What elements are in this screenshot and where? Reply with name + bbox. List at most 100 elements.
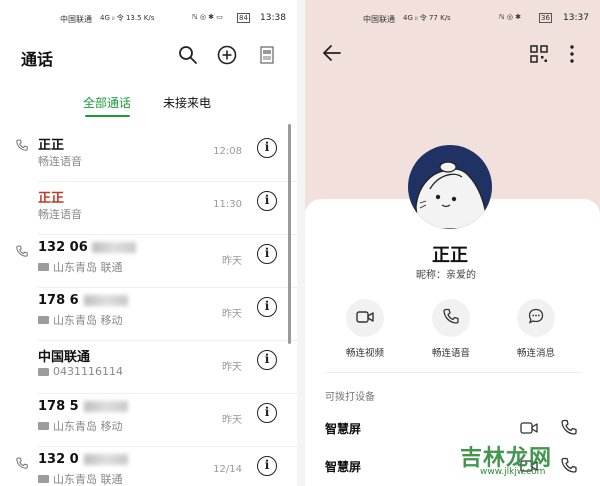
row-divider [38,181,297,182]
call-log-row[interactable]: 正正畅连语音 12:08 i [0,130,297,182]
call-log-row[interactable]: 132 06 山东青岛 联通 昨天 i [0,236,297,288]
call-subtitle: 山东青岛 移动 [38,312,123,328]
call-time: 昨天 [222,256,242,267]
divider [297,0,305,486]
section-divider [325,372,580,373]
outgoing-call-icon [16,454,28,469]
call-subtitle: 畅连语音 [38,153,82,169]
tab-all-calls[interactable]: 全部通话 [83,94,131,111]
search-icon[interactable] [177,44,199,66]
sim-card-icon [38,475,49,483]
carrier-label: 中国联通 [60,15,92,24]
caller-name: 正正 [38,191,65,206]
status-icons: ℕ ◎ ✱ [499,13,522,21]
caller-name: 178 6 [38,293,79,308]
video-call-button[interactable] [346,299,384,337]
call-subtitle-text: 山东青岛 移动 [53,420,123,433]
redacted-number [84,454,128,465]
add-icon[interactable] [216,44,238,66]
section-title: 可拨打设备 [325,392,375,403]
call-time: 12:08 [213,146,242,157]
info-icon[interactable]: i [257,456,277,476]
tab-missed-calls[interactable]: 未接来电 [163,94,211,111]
device-voice-call-icon[interactable] [561,419,577,439]
status-icons: ℕ ◎ ✱ ▭ [192,13,223,21]
outgoing-call-icon [16,136,28,151]
qr-code-icon[interactable] [530,45,548,67]
call-subtitle: 山东青岛 移动 [38,418,123,434]
call-log-screen: 中国联通 4G ᵢₗ 令 13.5 K/s ℕ ◎ ✱ ▭ 84 13:38 通… [0,0,297,486]
signal-indicator: 4G ᵢₗ 令 77 K/s [403,14,451,22]
call-time: 昨天 [222,309,242,320]
carrier-label: 中国联通 [363,15,395,24]
call-time: 11:30 [213,199,242,210]
message-icon [528,308,544,328]
call-log-row[interactable]: 中国联通 0431116114 昨天 i [0,342,297,394]
more-options-icon[interactable] [569,44,575,68]
row-divider [38,287,297,288]
call-subtitle-text: 山东青岛 联通 [53,261,123,274]
call-subtitle-text: 山东青岛 联通 [53,473,123,486]
call-subtitle-text: 畅连语音 [38,208,82,221]
caller-name: 中国联通 [38,350,91,365]
device-row-2[interactable]: 智慧屏 [325,458,361,475]
message-button[interactable] [517,299,555,337]
device-video-call-icon[interactable] [520,420,538,439]
tab-indicator [85,115,130,117]
call-time: 12/14 [213,464,242,475]
info-icon[interactable]: i [257,244,277,264]
call-subtitle-text: 0431116114 [53,365,123,378]
call-time: 昨天 [222,362,242,373]
row-divider [38,340,297,341]
dialpad-icon[interactable] [256,44,278,66]
voice-call-button[interactable] [432,299,470,337]
info-icon[interactable]: i [257,350,277,370]
row-divider [38,393,297,394]
contact-name: 正正 [432,245,468,266]
row-divider [38,234,297,235]
info-icon[interactable]: i [257,297,277,317]
voice-call-label: 畅连语音 [432,348,471,359]
device-row-1[interactable]: 智慧屏 [325,420,361,437]
redacted-number [84,295,128,306]
caller-name: 178 5 [38,399,79,414]
info-icon[interactable]: i [257,403,277,423]
voice-call-icon [443,308,459,328]
call-subtitle: 山东青岛 联通 [38,259,123,275]
back-arrow-icon[interactable] [322,44,342,66]
battery-indicator: 84 [237,13,250,23]
call-subtitle: 山东青岛 联通 [38,471,123,486]
sim-card-icon [38,367,49,376]
watermark-url: www.jlkjw.com [480,467,546,477]
caller-name: 132 06 [38,240,88,255]
contact-nickname: 昵称：亲爱的 [416,270,476,281]
call-log-row[interactable]: 178 5 山东青岛 移动 昨天 i [0,395,297,447]
device-voice-call-icon[interactable] [561,457,577,477]
outgoing-call-icon [16,242,28,257]
battery-indicator: 36 [539,13,552,23]
status-bar: 中国联通 4G ᵢₗ 令 77 K/s ℕ ◎ ✱ 36 13:37 [305,0,600,24]
redacted-number [92,242,136,253]
redacted-number [84,401,128,412]
status-time: 13:37 [563,13,589,23]
info-icon[interactable]: i [257,138,277,158]
call-log-row[interactable]: 正正畅连语音 11:30 i [0,183,297,235]
caller-name: 正正 [38,138,65,153]
call-log-row[interactable]: 178 6 山东青岛 移动 昨天 i [0,289,297,341]
status-time: 13:38 [260,13,286,23]
call-subtitle-text: 山东青岛 移动 [53,314,123,327]
status-bar: 中国联通 4G ᵢₗ 令 13.5 K/s ℕ ◎ ✱ ▭ 84 13:38 [0,0,297,24]
message-label: 畅连消息 [517,348,556,359]
call-time: 昨天 [222,415,242,426]
caller-name: 132 0 [38,452,79,467]
sim-card-icon [38,316,49,324]
sim-card-icon [38,263,49,271]
call-log-row[interactable]: 132 0 山东青岛 联通 12/14 i [0,448,297,486]
signal-indicator: 4G ᵢₗ 令 13.5 K/s [100,14,155,22]
info-icon[interactable]: i [257,191,277,211]
call-subtitle-text: 畅连语音 [38,155,82,168]
avatar [408,145,492,229]
page-title: 通话 [21,50,54,69]
scrollbar[interactable] [288,124,291,344]
call-subtitle: 畅连语音 [38,206,82,222]
